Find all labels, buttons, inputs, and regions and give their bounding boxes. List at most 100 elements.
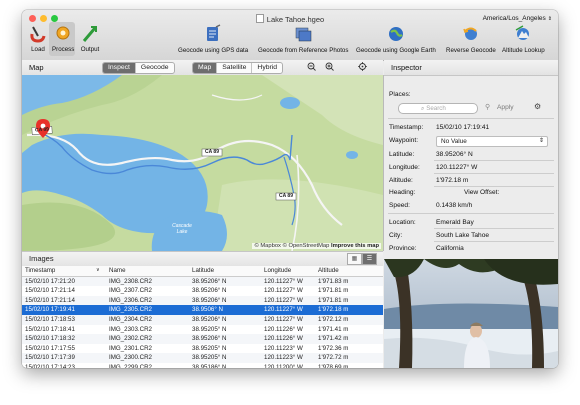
mode-segmented-control: Inspect Geocode	[102, 62, 175, 74]
timestamp-cell: 15/02/10 17:19:41	[25, 306, 75, 314]
divider	[434, 228, 554, 229]
zoom-in-icon	[325, 62, 334, 71]
tab-inspect[interactable]: Inspect	[103, 63, 136, 73]
view-offset-label: View Offset:	[464, 189, 500, 196]
longitude-cell: 120.11200° W	[264, 363, 303, 368]
altitude-cell: 1'971.81 m	[318, 287, 349, 295]
longitude-cell: 120.11226° W	[264, 335, 303, 343]
map-type-hybrid[interactable]: Hybrid	[252, 63, 282, 73]
table-row[interactable]: 15/02/10 17:14:23 IMG_2299.CR2 38.95186° N…	[22, 363, 383, 368]
places-search-input[interactable]: ⌕ Search	[398, 103, 478, 114]
waypoint-dropdown[interactable]: No Value ⇕	[436, 136, 548, 147]
window-title: Lake Tahoe.hgeo	[22, 14, 558, 24]
city-value[interactable]: South Lake Tahoe	[436, 232, 489, 239]
timestamp-cell: 15/02/10 17:17:39	[25, 354, 75, 362]
places-label: Places:	[389, 91, 411, 98]
location-label: Location:	[389, 219, 416, 226]
locate-button[interactable]	[355, 62, 369, 72]
table-row[interactable]: 15/02/10 17:17:39 IMG_2300.CR2 38.95205° N…	[22, 353, 383, 363]
gps-geocode-button[interactable]: Geocode using GPS data	[178, 24, 248, 54]
table-row[interactable]: 15/02/10 17:19:41 IMG_2305.CR2 38.9506° N 1…	[22, 305, 383, 315]
altitude-cell: 1'971.41 m	[318, 325, 349, 333]
altitude-cell: 1'972.72 m	[318, 354, 349, 362]
column-header-longitude[interactable]: Longitude	[264, 267, 291, 275]
table-row[interactable]: 15/02/10 17:17:55 IMG_2301.CR2 38.95205° N…	[22, 344, 383, 354]
reverse-geocode-button[interactable]: Reverse Geocode	[446, 24, 496, 54]
altitude-cell: 1'972.12 m	[318, 315, 349, 323]
latitude-cell: 38.95205° N	[192, 344, 227, 352]
table-row[interactable]: 15/02/10 17:21:14 IMG_2306.CR2 38.95206° N…	[22, 295, 383, 306]
road-label: CA 89	[34, 126, 50, 134]
altitude-lookup-icon	[515, 25, 530, 40]
reference-photos-button[interactable]: Geocode from Reference Photos	[258, 24, 348, 54]
table-row[interactable]: 15/02/10 17:18:32 IMG_2302.CR2 38.95206° N…	[22, 334, 383, 344]
gear-icon[interactable]: ⚙	[534, 102, 541, 111]
longitude-cell: 120.11227° W	[264, 287, 303, 295]
longitude-cell: 120.11227° W	[264, 315, 303, 323]
altitude-cell: 1'971.83 m	[318, 277, 349, 285]
divider	[434, 186, 554, 187]
timezone-popup[interactable]: America/Los_Angeles ⇕	[483, 15, 552, 22]
location-value[interactable]: Emerald Bay	[436, 219, 474, 226]
table-row[interactable]: 15/02/10 17:18:53 IMG_2304.CR2 38.95206° N…	[22, 314, 383, 325]
longitude-value[interactable]: 120.11227° W	[436, 164, 477, 171]
timestamp-value[interactable]: 15/02/10 17:19:41	[436, 124, 489, 131]
app-window: Lake Tahoe.hgeo America/Los_Angeles ⇕ Loa…	[22, 10, 558, 368]
speed-value[interactable]: 0.1438 km/h	[436, 202, 472, 209]
table-row[interactable]: 15/02/10 17:21:14 IMG_2307.CR2 38.95206° N…	[22, 286, 383, 296]
column-header-latitude[interactable]: Latitude	[192, 267, 214, 275]
table-row[interactable]: 15/02/10 17:18:41 IMG_2303.CR2 38.95205° N…	[22, 325, 383, 335]
timestamp-cell: 15/02/10 17:17:55	[25, 344, 75, 352]
process-tool-button[interactable]: Process	[49, 22, 75, 56]
map-type-map[interactable]: Map	[193, 63, 218, 73]
timestamp-label: Timestamp:	[389, 124, 424, 131]
table-row[interactable]: 15/02/10 17:21:20 IMG_2308.CR2 38.95206° N…	[22, 276, 383, 287]
reverse-geocode-icon	[463, 27, 477, 40]
column-header-altitude[interactable]: Altitude	[318, 267, 339, 275]
load-tool-button[interactable]: Load	[27, 24, 49, 53]
timezone-label: America/Los_Angeles	[482, 15, 546, 22]
province-value[interactable]: California	[436, 245, 464, 252]
name-cell: IMG_2301.CR2	[109, 344, 152, 352]
timestamp-cell: 15/02/10 17:18:53	[25, 315, 75, 323]
name-cell: IMG_2304.CR2	[109, 315, 152, 323]
output-tool-button[interactable]: Output	[78, 24, 102, 53]
divider	[388, 213, 554, 214]
column-header-name[interactable]: Name	[109, 267, 126, 275]
altitude-lookup-button[interactable]: Altitude Lookup	[502, 24, 545, 54]
photo-preview	[384, 259, 558, 368]
latitude-cell: 38.95206° N	[192, 277, 227, 285]
name-cell: IMG_2300.CR2	[109, 354, 152, 362]
apply-button[interactable]: Apply	[497, 104, 514, 111]
altitude-label: Altitude:	[389, 177, 413, 184]
timestamp-cell: 15/02/10 17:18:41	[25, 325, 75, 333]
latitude-value[interactable]: 38.95206° N	[436, 151, 473, 158]
reference-photos-label: Geocode from Reference Photos	[258, 47, 349, 54]
name-cell: IMG_2303.CR2	[109, 325, 152, 333]
zoom-out-button[interactable]	[304, 62, 318, 72]
images-table[interactable]: Timestamp ∨ Name Latitude Longitude Alti…	[22, 266, 383, 368]
waypoint-value: No Value	[441, 138, 467, 145]
latitude-cell: 38.95205° N	[192, 354, 227, 362]
map-pane-title: Map	[29, 63, 44, 72]
google-earth-label: Geocode using Google Earth	[356, 47, 436, 54]
grid-view-button[interactable]: ▦	[347, 253, 362, 265]
map-view[interactable]: CA 89 CA 89 CA 89 Cascade Lake © Mapbox …	[22, 75, 384, 251]
tab-geocode[interactable]: Geocode	[136, 63, 174, 73]
altitude-cell: 1'978.69 m	[318, 363, 349, 368]
attribution-text: © Mapbox © OpenStreetMap	[254, 243, 330, 249]
column-header-timestamp[interactable]: Timestamp	[25, 267, 55, 275]
google-earth-button[interactable]: Geocode using Google Earth	[356, 24, 436, 54]
inspector-header: Inspector	[384, 60, 558, 76]
chevron-updown-icon: ⇕	[547, 16, 552, 22]
zoom-in-button[interactable]	[322, 62, 336, 72]
table-body: 15/02/10 17:21:20 IMG_2308.CR2 38.95206° N…	[22, 276, 383, 368]
altitude-value[interactable]: 1'972.18 m	[436, 177, 468, 184]
name-cell: IMG_2307.CR2	[109, 287, 152, 295]
map-type-satellite[interactable]: Satellite	[217, 63, 253, 73]
inspector-title: Inspector	[391, 63, 422, 72]
speed-label: Speed:	[389, 202, 410, 209]
list-view-button[interactable]: ☰	[362, 253, 377, 265]
longitude-cell: 120.11227° W	[264, 277, 303, 285]
improve-map-link[interactable]: Improve this map	[331, 243, 379, 249]
